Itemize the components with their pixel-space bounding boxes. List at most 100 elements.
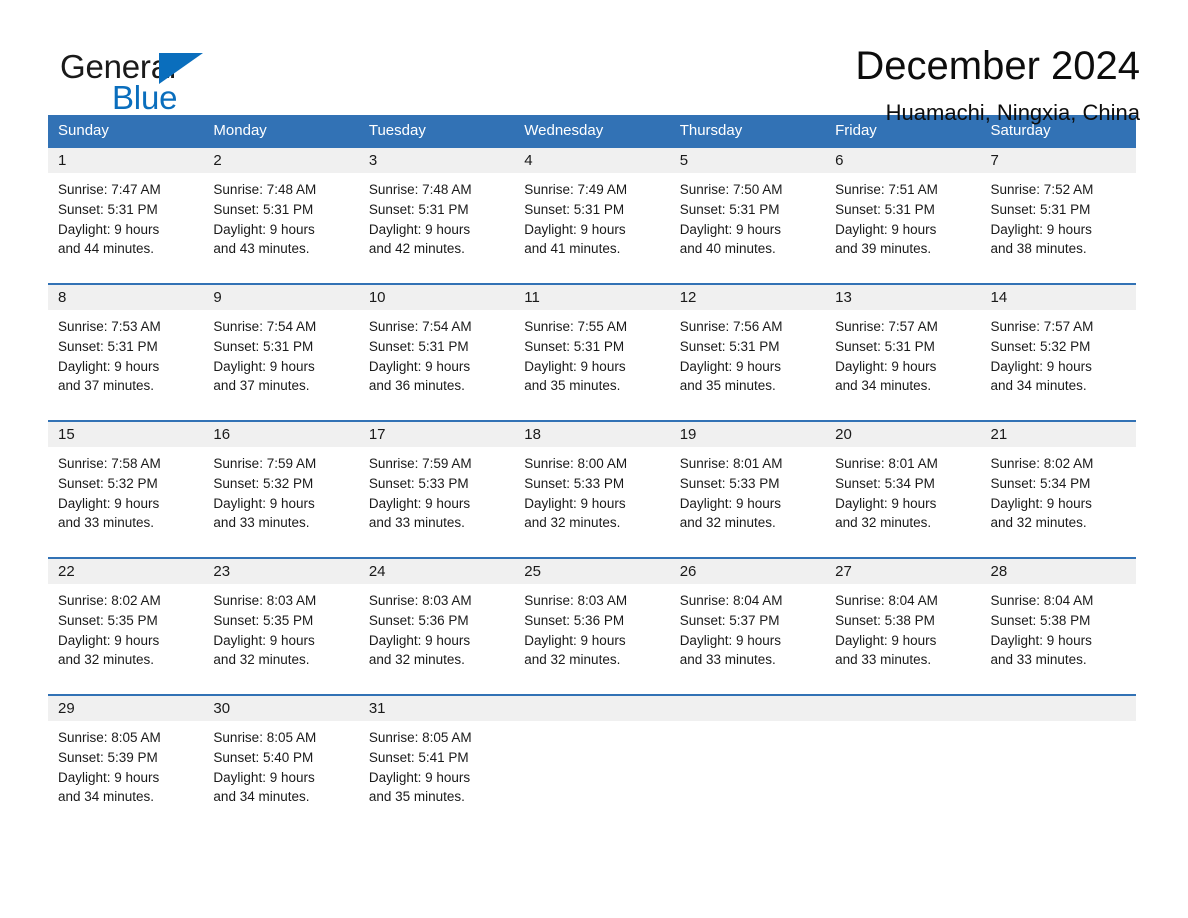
day-number[interactable]: 29 bbox=[48, 696, 203, 721]
day-cell[interactable]: Sunrise: 7:51 AM Sunset: 5:31 PM Dayligh… bbox=[825, 173, 980, 269]
day-number[interactable]: 21 bbox=[981, 422, 1136, 447]
day-cell[interactable]: Sunrise: 7:48 AM Sunset: 5:31 PM Dayligh… bbox=[203, 173, 358, 269]
day-number[interactable]: 20 bbox=[825, 422, 980, 447]
daylight-text-line1: Daylight: 9 hours bbox=[213, 769, 315, 785]
day-number[interactable]: 12 bbox=[670, 285, 825, 310]
daylight-text-line2: and 35 minutes. bbox=[679, 378, 776, 394]
daylight-text-line1: Daylight: 9 hours bbox=[990, 221, 1092, 237]
day-number-row: 22 23 24 25 26 27 28 bbox=[48, 559, 1136, 584]
sunset-text: Sunset: 5:37 PM bbox=[679, 612, 780, 628]
day-cell[interactable]: Sunrise: 7:58 AM Sunset: 5:32 PM Dayligh… bbox=[48, 447, 203, 543]
sunrise-text: Sunrise: 8:05 AM bbox=[58, 730, 161, 745]
day-number[interactable]: 11 bbox=[514, 285, 669, 310]
day-number[interactable]: 9 bbox=[203, 285, 358, 310]
day-number[interactable]: 22 bbox=[48, 559, 203, 584]
sunset-text: Sunset: 5:31 PM bbox=[990, 201, 1091, 217]
day-number[interactable]: 16 bbox=[203, 422, 358, 447]
day-number[interactable]: 4 bbox=[514, 148, 669, 173]
calendar-grid: Sunday Monday Tuesday Wednesday Thursday… bbox=[48, 115, 1136, 817]
day-cell[interactable]: Sunrise: 8:05 AM Sunset: 5:41 PM Dayligh… bbox=[359, 721, 514, 817]
day-number[interactable]: 10 bbox=[359, 285, 514, 310]
day-number[interactable]: 17 bbox=[359, 422, 514, 447]
day-cell[interactable]: Sunrise: 8:02 AM Sunset: 5:34 PM Dayligh… bbox=[981, 447, 1136, 543]
day-number[interactable]: 13 bbox=[825, 285, 980, 310]
daylight-text-line1: Daylight: 9 hours bbox=[835, 632, 937, 648]
day-cell[interactable]: Sunrise: 7:56 AM Sunset: 5:31 PM Dayligh… bbox=[670, 310, 825, 406]
sunset-text: Sunset: 5:33 PM bbox=[368, 475, 469, 491]
day-number[interactable]: 23 bbox=[203, 559, 358, 584]
sunrise-text: Sunrise: 7:48 AM bbox=[368, 182, 472, 197]
day-cell[interactable]: Sunrise: 7:49 AM Sunset: 5:31 PM Dayligh… bbox=[514, 173, 669, 269]
day-cell[interactable]: Sunrise: 7:59 AM Sunset: 5:33 PM Dayligh… bbox=[359, 447, 514, 543]
sunrise-text: Sunrise: 8:02 AM bbox=[990, 456, 1094, 471]
daylight-text-line1: Daylight: 9 hours bbox=[58, 358, 160, 374]
day-cell[interactable]: Sunrise: 8:04 AM Sunset: 5:37 PM Dayligh… bbox=[670, 584, 825, 680]
day-number[interactable]: 26 bbox=[670, 559, 825, 584]
daylight-text-line1: Daylight: 9 hours bbox=[835, 221, 937, 237]
sunset-text: Sunset: 5:32 PM bbox=[990, 338, 1091, 354]
day-number[interactable]: 2 bbox=[203, 148, 358, 173]
sunset-text: Sunset: 5:31 PM bbox=[835, 338, 935, 354]
day-number[interactable]: 27 bbox=[825, 559, 980, 584]
day-cell[interactable]: Sunrise: 7:57 AM Sunset: 5:31 PM Dayligh… bbox=[825, 310, 980, 406]
day-number-row: 29 30 31 bbox=[48, 696, 1136, 721]
day-number[interactable]: 15 bbox=[48, 422, 203, 447]
day-cell[interactable]: Sunrise: 8:05 AM Sunset: 5:40 PM Dayligh… bbox=[203, 721, 358, 817]
day-number[interactable]: 18 bbox=[514, 422, 669, 447]
day-number[interactable]: 30 bbox=[203, 696, 358, 721]
sunset-text: Sunset: 5:34 PM bbox=[990, 475, 1091, 491]
day-cell[interactable]: Sunrise: 7:59 AM Sunset: 5:32 PM Dayligh… bbox=[203, 447, 358, 543]
day-cell[interactable]: Sunrise: 8:02 AM Sunset: 5:35 PM Dayligh… bbox=[48, 584, 203, 680]
daylight-text-line1: Daylight: 9 hours bbox=[368, 769, 471, 785]
day-cell[interactable]: Sunrise: 7:47 AM Sunset: 5:31 PM Dayligh… bbox=[48, 173, 203, 269]
sunrise-text: Sunrise: 7:54 AM bbox=[368, 319, 472, 334]
day-number[interactable]: 31 bbox=[359, 696, 514, 721]
day-cell[interactable]: Sunrise: 8:03 AM Sunset: 5:36 PM Dayligh… bbox=[514, 584, 669, 680]
sunset-text: Sunset: 5:41 PM bbox=[368, 749, 469, 765]
day-cell[interactable]: Sunrise: 8:01 AM Sunset: 5:34 PM Dayligh… bbox=[825, 447, 980, 543]
sunset-text: Sunset: 5:35 PM bbox=[58, 612, 158, 628]
day-cell[interactable]: Sunrise: 8:04 AM Sunset: 5:38 PM Dayligh… bbox=[981, 584, 1136, 680]
weekday-header-wednesday: Wednesday bbox=[524, 122, 604, 139]
day-cell[interactable]: Sunrise: 7:54 AM Sunset: 5:31 PM Dayligh… bbox=[203, 310, 358, 406]
day-cell[interactable]: Sunrise: 7:48 AM Sunset: 5:31 PM Dayligh… bbox=[359, 173, 514, 269]
day-cell[interactable]: Sunrise: 8:05 AM Sunset: 5:39 PM Dayligh… bbox=[48, 721, 203, 817]
day-cell[interactable]: Sunrise: 7:57 AM Sunset: 5:32 PM Dayligh… bbox=[981, 310, 1136, 406]
sunset-text: Sunset: 5:31 PM bbox=[679, 201, 780, 217]
day-number[interactable]: 24 bbox=[359, 559, 514, 584]
daylight-text-line1: Daylight: 9 hours bbox=[990, 358, 1092, 374]
day-cell[interactable]: Sunrise: 8:01 AM Sunset: 5:33 PM Dayligh… bbox=[670, 447, 825, 543]
day-cell[interactable]: Sunrise: 8:04 AM Sunset: 5:38 PM Dayligh… bbox=[825, 584, 980, 680]
day-cell[interactable]: Sunrise: 7:52 AM Sunset: 5:31 PM Dayligh… bbox=[981, 173, 1136, 269]
weekday-header-tuesday: Tuesday bbox=[368, 122, 426, 139]
day-number[interactable]: 1 bbox=[48, 148, 203, 173]
day-number[interactable]: 8 bbox=[48, 285, 203, 310]
daylight-text-line2: and 35 minutes. bbox=[524, 378, 621, 394]
sunset-text: Sunset: 5:32 PM bbox=[58, 475, 158, 491]
sunrise-text: Sunrise: 8:03 AM bbox=[368, 593, 472, 608]
day-cell[interactable]: Sunrise: 7:54 AM Sunset: 5:31 PM Dayligh… bbox=[359, 310, 514, 406]
sunset-text: Sunset: 5:32 PM bbox=[213, 475, 314, 491]
day-detail-row: Sunrise: 7:58 AM Sunset: 5:32 PM Dayligh… bbox=[48, 447, 1136, 543]
sunrise-text: Sunrise: 8:01 AM bbox=[679, 456, 783, 471]
day-number[interactable]: 5 bbox=[670, 148, 825, 173]
day-number[interactable]: 7 bbox=[981, 148, 1136, 173]
day-number[interactable]: 14 bbox=[981, 285, 1136, 310]
day-cell[interactable]: Sunrise: 7:53 AM Sunset: 5:31 PM Dayligh… bbox=[48, 310, 203, 406]
daylight-text-line2: and 37 minutes. bbox=[58, 378, 155, 394]
day-cell[interactable]: Sunrise: 8:00 AM Sunset: 5:33 PM Dayligh… bbox=[514, 447, 669, 543]
day-cell[interactable]: Sunrise: 7:55 AM Sunset: 5:31 PM Dayligh… bbox=[514, 310, 669, 406]
day-number[interactable]: 25 bbox=[514, 559, 669, 584]
weekday-header-monday: Monday bbox=[213, 122, 267, 139]
day-number[interactable]: 19 bbox=[670, 422, 825, 447]
day-number[interactable]: 28 bbox=[981, 559, 1136, 584]
general-blue-logo[interactable]: General Blue bbox=[60, 40, 210, 114]
day-number[interactable]: 6 bbox=[825, 148, 980, 173]
day-cell[interactable]: Sunrise: 8:03 AM Sunset: 5:36 PM Dayligh… bbox=[359, 584, 514, 680]
week-row: 1 2 3 4 5 6 7 Sunrise: 7:47 AM Sunset: 5… bbox=[48, 146, 1136, 269]
day-detail-row: Sunrise: 8:02 AM Sunset: 5:35 PM Dayligh… bbox=[48, 584, 1136, 680]
day-cell[interactable]: Sunrise: 7:50 AM Sunset: 5:31 PM Dayligh… bbox=[670, 173, 825, 269]
day-number[interactable]: 3 bbox=[359, 148, 514, 173]
day-cell[interactable]: Sunrise: 8:03 AM Sunset: 5:35 PM Dayligh… bbox=[203, 584, 358, 680]
sunset-text: Sunset: 5:36 PM bbox=[524, 612, 625, 628]
